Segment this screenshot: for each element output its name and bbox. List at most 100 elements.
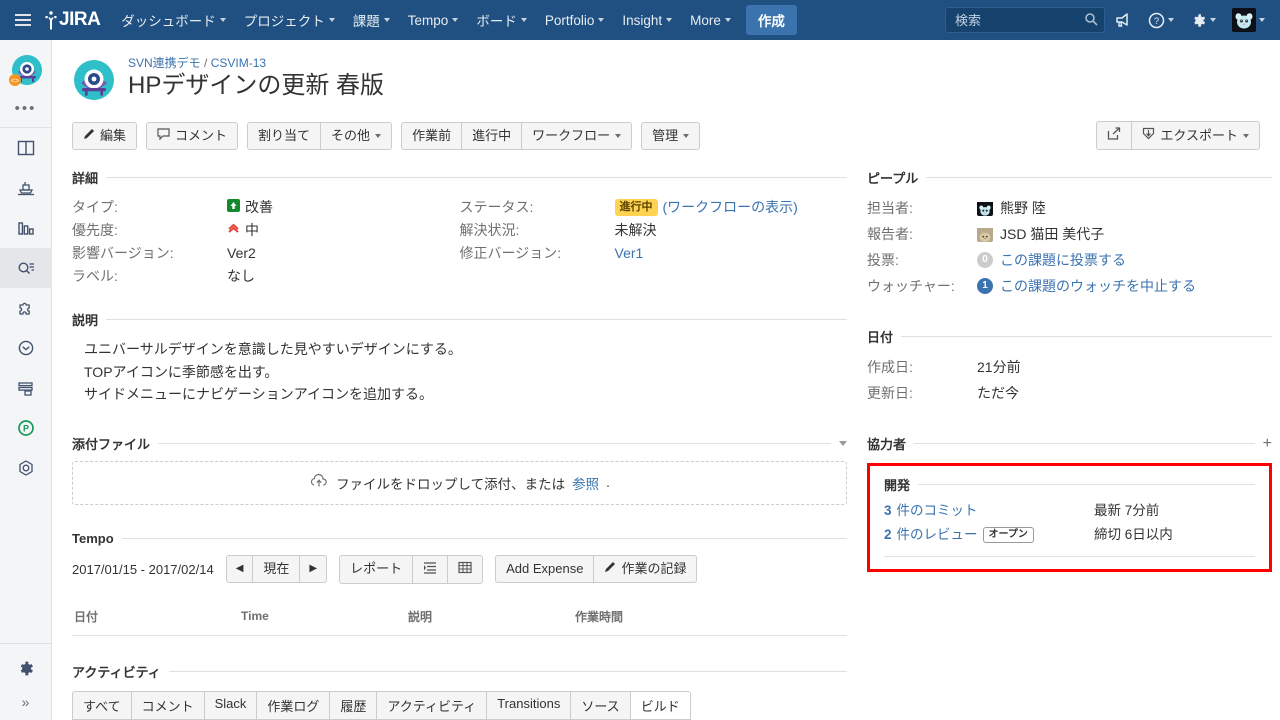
log-work-button[interactable]: 作業の記録: [594, 555, 698, 583]
field-label: ウォッチャー:: [867, 278, 955, 294]
edit-button[interactable]: 編集: [72, 121, 138, 150]
nav-label: Portfolio: [544, 12, 595, 28]
transition-inprogress-button[interactable]: 進行中: [462, 121, 523, 150]
description-heading: 説明: [72, 313, 99, 328]
nav-item-dashboards[interactable]: ダッシュボード: [112, 0, 235, 40]
tempo-toolbar: 2017/01/15 - 2017/02/14 ◀ 現在 ▶ レポート Add …: [72, 554, 847, 584]
board-icon[interactable]: [0, 128, 52, 168]
nav-item-portfolio[interactable]: Portfolio: [536, 3, 614, 38]
export-icon: [1142, 127, 1155, 144]
tempo-grid-view-button[interactable]: [448, 554, 484, 584]
nav-item-insight[interactable]: Insight: [613, 3, 681, 38]
stop-watching-link[interactable]: この課題のウォッチを中止する: [1000, 273, 1196, 299]
more-actions-button[interactable]: その他: [321, 121, 393, 150]
breadcrumb-project[interactable]: SVN連携デモ: [128, 56, 201, 70]
tempo-prev-button[interactable]: ◀: [225, 555, 254, 583]
add-expense-button[interactable]: Add Expense: [495, 555, 595, 583]
hamburger-menu-icon[interactable]: [8, 8, 38, 32]
tab-transitions[interactable]: Transitions: [487, 690, 572, 720]
share-button[interactable]: [1096, 121, 1133, 150]
dates-rows: 作成日: 21分前 更新日: ただ今: [867, 354, 1272, 406]
export-button[interactable]: エクスポート: [1132, 121, 1260, 150]
help-icon[interactable]: ?: [1141, 6, 1181, 35]
field-resolution: 解決状況: 未解決: [460, 219, 848, 242]
priority-medium-icon: [227, 219, 240, 242]
browse-link[interactable]: 参照: [572, 473, 599, 493]
nav-item-issues[interactable]: 課題: [344, 0, 399, 40]
admin-button[interactable]: 管理: [641, 121, 701, 150]
issues-search-icon[interactable]: [0, 248, 52, 288]
transition-todo-button[interactable]: 作業前: [401, 121, 463, 150]
tempo-current-button[interactable]: 現在: [253, 555, 301, 583]
tempo-list-view-button[interactable]: [413, 554, 449, 584]
activity-tabs: すべて コメント Slack 作業ログ 履歴 アクティビティ Transitio…: [72, 690, 847, 720]
create-button[interactable]: 作成: [745, 5, 797, 35]
assignee-avatar: [977, 200, 993, 216]
add-collaborator-icon[interactable]: +: [1263, 435, 1272, 451]
releases-clock-icon[interactable]: [0, 328, 52, 368]
expand-sidebar-icon[interactable]: »: [22, 688, 30, 720]
comment-button[interactable]: コメント: [146, 121, 239, 150]
description-section-header: 説明: [72, 310, 847, 329]
top-navigation-bar: JIRA ダッシュボード プロジェクト 課題 Tempo ボード Portfol…: [0, 0, 1280, 40]
chevron-down-icon[interactable]: [839, 440, 847, 446]
nav-item-more[interactable]: More: [681, 3, 740, 38]
svg-text:?: ?: [1154, 16, 1159, 27]
tempo-next-button[interactable]: ▶: [300, 555, 328, 583]
components-icon[interactable]: [0, 368, 52, 408]
commits-link[interactable]: 3 件のコミット: [884, 499, 1094, 523]
breadcrumb-issue-key[interactable]: CSVIM-13: [211, 56, 266, 70]
tab-slack[interactable]: Slack: [204, 690, 258, 720]
upload-cloud-icon: [309, 473, 329, 492]
settings-nut-icon[interactable]: [0, 448, 52, 488]
view-workflow-link[interactable]: (ワークフローの表示): [663, 196, 798, 219]
review-label: 件のレビュー: [896, 527, 978, 542]
backlog-icon[interactable]: [0, 168, 52, 208]
fix-version-link[interactable]: Ver1: [615, 242, 644, 265]
jira-logo[interactable]: JIRA: [44, 9, 101, 31]
chevron-down-icon: [452, 18, 459, 22]
project-settings-gear-icon[interactable]: [0, 648, 52, 688]
activity-heading: アクティビティ: [72, 664, 161, 680]
workflow-button[interactable]: ワークフロー: [522, 121, 633, 150]
tab-activity[interactable]: アクティビティ: [377, 690, 488, 720]
row-created: 作成日: 21分前: [867, 354, 1272, 380]
description-line: サイドメニューにナビゲーションアイコンを追加する。: [84, 386, 434, 402]
field-label: 影響バージョン:: [72, 245, 174, 261]
watcher-count-badge: 1: [977, 278, 993, 294]
assign-button[interactable]: 割り当て: [247, 121, 322, 150]
field-fix-version: 修正バージョン: Ver1: [460, 242, 848, 265]
tab-builds[interactable]: ビルド: [630, 690, 691, 720]
dates-section-header: 日付: [867, 327, 1272, 346]
megaphone-icon[interactable]: [1107, 5, 1139, 35]
tab-all[interactable]: すべて: [72, 690, 132, 720]
field-text: 未解決: [614, 222, 657, 238]
svg-text:P: P: [22, 424, 28, 434]
tab-comments[interactable]: コメント: [131, 690, 205, 720]
search-input[interactable]: [945, 7, 1105, 33]
reports-icon[interactable]: [0, 208, 52, 248]
table-header-row: 日付 Time 説明 作業時間: [74, 608, 845, 633]
tab-source[interactable]: ソース: [571, 690, 631, 720]
reviews-link[interactable]: 2 件のレビュー オープン: [884, 523, 1094, 547]
attachment-dropzone[interactable]: ファイルをドロップして添付、または 参照.: [72, 460, 847, 505]
field-type: タイプ: 改善: [72, 196, 460, 219]
nav-item-projects[interactable]: プロジェクト: [235, 0, 344, 40]
search-box: [945, 7, 1105, 33]
vote-link[interactable]: この課題に投票する: [1000, 247, 1126, 273]
tab-history[interactable]: 履歴: [330, 690, 378, 720]
row-assignee: 担当者: 熊野 陸: [867, 195, 1272, 221]
people-rows: 担当者: 熊野 陸 報告者: JSD 猫田 美代子 投票: 0 この課題に投票す…: [867, 195, 1272, 299]
nav-item-tempo[interactable]: Tempo: [399, 3, 468, 38]
portfolio-icon[interactable]: P: [0, 408, 52, 448]
project-avatar[interactable]: <>: [6, 52, 46, 92]
tab-work-log[interactable]: 作業ログ: [257, 690, 331, 720]
tempo-report-button[interactable]: レポート: [339, 554, 414, 584]
project-more-icon[interactable]: •••: [15, 100, 37, 117]
settings-icon[interactable]: [1183, 6, 1223, 35]
field-label: 修正バージョン:: [459, 245, 562, 261]
add-ons-puzzle-icon[interactable]: [0, 288, 52, 328]
chevron-down-icon: [328, 18, 335, 22]
user-avatar-menu[interactable]: [1225, 2, 1272, 38]
nav-item-boards[interactable]: ボード: [467, 0, 536, 40]
